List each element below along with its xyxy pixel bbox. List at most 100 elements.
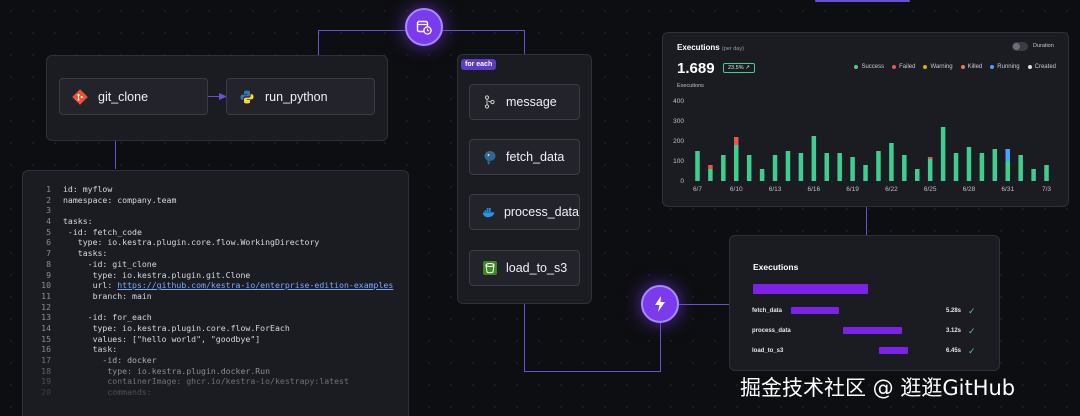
bar-success[interactable] (966, 147, 972, 181)
line-text: type: io.kestra.plugin.core.flow.Working… (63, 237, 320, 248)
code-line: 1 id: myflow (35, 184, 408, 195)
executions-chart-panel: Executions (per day) Duration 1.689 23.5… (662, 32, 1069, 207)
gantt-duration-bar[interactable] (843, 327, 902, 334)
x-tick-label: 6/16 (807, 186, 820, 193)
line-number: 5 (46, 226, 51, 237)
bar-success[interactable] (992, 149, 998, 181)
bar-success[interactable] (772, 155, 778, 181)
x-tick-label: 6/13 (769, 186, 782, 193)
legend-item[interactable]: Running (990, 64, 1020, 70)
y-tick-label: 0 (680, 178, 684, 185)
chart-subtitle: (per day) (721, 46, 744, 52)
line-text: type: io.kestra.plugin.core.flow.ForEach (63, 322, 290, 333)
line-text: -id: fetch_code (63, 226, 142, 237)
code-line: 12 (35, 302, 408, 313)
chart-title-wrap: Executions (per day) (677, 43, 744, 52)
bar-success[interactable] (953, 153, 959, 181)
bar-success[interactable] (915, 169, 920, 181)
line-number: 9 (46, 269, 51, 280)
line-number: 3 (46, 205, 51, 216)
bar-success[interactable] (979, 153, 985, 181)
legend-item[interactable]: Killed (960, 64, 982, 70)
bar-success[interactable] (876, 151, 881, 181)
duration-label: Duration (1033, 43, 1054, 49)
s3-bucket-icon (483, 261, 497, 275)
bar-success[interactable] (1031, 169, 1036, 181)
process-data-task[interactable]: process_data (469, 194, 580, 230)
bar-success[interactable] (746, 155, 752, 181)
connector-flow-to-code (115, 141, 116, 169)
bar-success[interactable] (695, 151, 700, 181)
chart-title: Executions (677, 43, 720, 52)
bar-success[interactable] (902, 155, 907, 181)
lightning-icon (655, 296, 665, 312)
legend-item[interactable]: Failed (892, 64, 915, 70)
legend-item[interactable]: Success (854, 64, 884, 70)
bar-success[interactable] (798, 153, 804, 181)
gantt-title: Executions (753, 262, 799, 272)
line-text: -id: git_clone (63, 258, 157, 269)
gantt-duration-bar[interactable] (879, 347, 908, 354)
code-line: 11 branch: main (35, 291, 408, 302)
bar-success[interactable] (721, 155, 726, 181)
bar-success[interactable] (824, 153, 830, 181)
bar-failed[interactable] (708, 165, 713, 169)
foreach-badge-label: for each (465, 61, 493, 68)
watermark: 掘金技术社区 @ 逛逛GitHub (740, 376, 1016, 400)
bar-success[interactable] (1044, 165, 1049, 181)
gantt-duration-bar[interactable] (791, 307, 840, 314)
connector-top-right-vertical (524, 30, 525, 54)
legend-item[interactable]: Warning (923, 64, 953, 70)
load-to-s3-task[interactable]: load_to_s3 (469, 250, 580, 286)
line-text: id: myflow (63, 184, 113, 194)
line-number: 15 (41, 333, 51, 344)
bar-success[interactable] (785, 151, 791, 181)
legend-item[interactable]: Created (1027, 64, 1056, 70)
bar-success[interactable] (837, 153, 842, 181)
bar-success[interactable] (863, 165, 868, 181)
gantt-duration-value: 3.12s (946, 328, 962, 334)
code-line: 8 -id: git_clone (35, 259, 408, 270)
duration-toggle[interactable] (1012, 42, 1028, 51)
run-python-task[interactable]: run_python (226, 78, 375, 115)
bar-success[interactable] (759, 169, 765, 181)
bar-success[interactable] (889, 143, 894, 181)
x-tick-label: 7/3 (1042, 186, 1051, 193)
bar-success[interactable] (1005, 161, 1011, 181)
bar-success[interactable] (927, 159, 933, 181)
code-line: 9 type: io.kestra.plugin.git.Clone (35, 270, 408, 281)
gantt-task-label: load_to_s3 (752, 348, 784, 354)
calendar-clock-icon (416, 20, 432, 35)
fetch-data-task[interactable]: fetch_data (469, 139, 580, 175)
check-icon: ✓ (968, 306, 976, 316)
bar-failed[interactable] (734, 137, 739, 145)
bar-success[interactable] (811, 136, 817, 181)
connector-foreach-bottom (524, 304, 525, 372)
git-icon (72, 88, 88, 105)
schedule-trigger-button[interactable] (405, 8, 443, 46)
code-editor[interactable]: 1 id: myflow 2 namespace: company.team 3 4 tas… (22, 170, 409, 416)
bar-success[interactable] (708, 169, 713, 181)
code-line: 6 type: io.kestra.plugin.core.flow.Worki… (35, 237, 408, 248)
executions-bar-chart: 400 300 200 100 0 6/7 6/10 6/13 6/16 6/19 6/22 6/25… (673, 98, 1051, 193)
repo-link[interactable]: https://github.com/kestra-io/enterprise-… (117, 280, 393, 290)
y-tick-label: 300 (673, 118, 684, 125)
bar-running[interactable] (1005, 149, 1011, 161)
gantt-task-label: fetch_data (752, 308, 783, 314)
event-trigger-button[interactable] (641, 285, 679, 323)
line-text: tasks: (63, 216, 93, 227)
postgres-icon (484, 151, 496, 165)
bar-success[interactable] (1018, 155, 1023, 181)
check-icon: ✓ (968, 346, 976, 356)
code-fade (23, 346, 408, 416)
bar-success[interactable] (734, 145, 739, 181)
bar-success[interactable] (850, 157, 855, 181)
git-clone-task[interactable]: git_clone (59, 78, 208, 115)
toggle-knob (1013, 43, 1020, 50)
bar-failed[interactable] (927, 157, 933, 159)
x-tick-label: 6/10 (730, 186, 743, 193)
bar-success[interactable] (940, 127, 946, 181)
code-line: 13 -id: for_each (35, 312, 408, 323)
message-task[interactable]: message (469, 84, 580, 120)
line-number: 4 (46, 216, 51, 227)
